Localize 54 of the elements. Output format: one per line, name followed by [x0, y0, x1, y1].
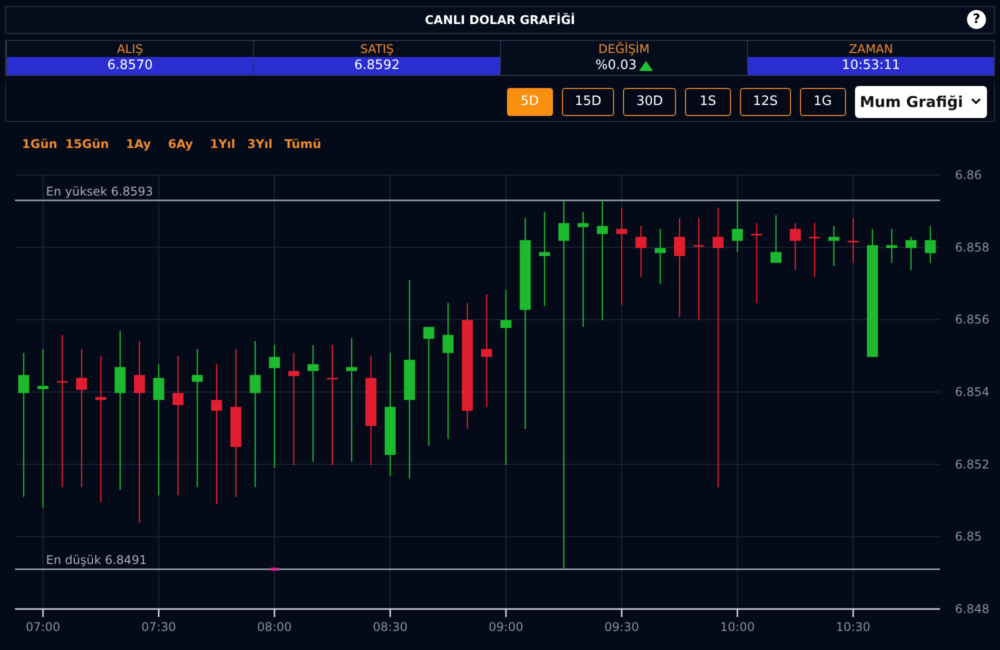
- candlestick: [654, 228, 666, 284]
- chart-type-dropdown[interactable]: Mum Grafiği: [854, 86, 987, 118]
- interval-button[interactable]: 1S: [684, 88, 731, 116]
- chevron-down-icon: [971, 98, 981, 106]
- candlestick: [924, 226, 936, 263]
- zoom-link[interactable]: 3Yıl: [247, 137, 273, 152]
- x-tick-label: 09:30: [604, 620, 639, 634]
- zoom-link[interactable]: 1Yıl: [210, 137, 236, 152]
- candlestick: [790, 223, 801, 270]
- y-tick-label: 6.858: [955, 240, 990, 254]
- stat-label: ALIŞ: [116, 40, 144, 57]
- stat-value: 6.8592: [254, 56, 500, 75]
- x-tick-label: 10:00: [720, 620, 755, 634]
- stat-value: 10:53:11: [748, 56, 994, 75]
- stat-value: 6.8570: [7, 56, 253, 75]
- candlestick: [809, 223, 820, 277]
- reference-label: En düşük 6.8491: [46, 553, 147, 568]
- zoom-link[interactable]: 1Gün: [22, 137, 58, 152]
- zoom-link[interactable]: 1Ay: [126, 137, 151, 152]
- candlestick: [848, 218, 859, 263]
- candlestick: [886, 228, 898, 263]
- stat-value: %0.03: [595, 56, 637, 75]
- marker: [270, 568, 278, 571]
- interval-button[interactable]: 1G: [800, 88, 846, 116]
- candlestick: [828, 226, 840, 266]
- candlestick: [732, 200, 743, 252]
- interval-button[interactable]: 15D: [562, 88, 614, 116]
- y-tick-label: 6.86: [955, 168, 982, 182]
- candlestick: [906, 236, 917, 270]
- interval-button[interactable]: 30D: [623, 88, 676, 116]
- candlestick: [770, 215, 782, 263]
- up-triangle-icon: [638, 60, 653, 71]
- app-title: CANLI DOLAR GRAFİĞİ: [424, 12, 576, 27]
- candlestick: [635, 226, 646, 277]
- stat-label: ZAMAN: [848, 40, 894, 57]
- y-tick-label: 6.856: [955, 312, 990, 327]
- zoom-link[interactable]: Tümü: [284, 137, 322, 152]
- y-tick-label: 6.85: [955, 530, 982, 544]
- x-tick-label: 07:00: [26, 620, 60, 634]
- x-tick-label: 08:30: [372, 620, 408, 634]
- y-tick-label: 6.854: [955, 385, 990, 399]
- help-button[interactable]: ?: [967, 10, 986, 29]
- zoom-link[interactable]: 6Ay: [168, 137, 193, 152]
- zoom-link[interactable]: 15Gün: [65, 137, 109, 152]
- y-tick-label: 6.848: [955, 602, 990, 616]
- x-tick-label: 10:30: [836, 620, 870, 634]
- stat-label: DEĞİŞİM: [597, 40, 651, 57]
- y-tick-label: 6.852: [955, 457, 990, 472]
- stat-label: SATIŞ: [359, 40, 395, 57]
- x-tick-label: 09:00: [488, 620, 524, 634]
- x-tick-label: 07:30: [141, 620, 176, 634]
- interval-button[interactable]: 12S: [740, 88, 791, 116]
- x-tick-label: 08:00: [257, 620, 292, 634]
- reference-label: En yüksek 6.8593: [46, 184, 154, 198]
